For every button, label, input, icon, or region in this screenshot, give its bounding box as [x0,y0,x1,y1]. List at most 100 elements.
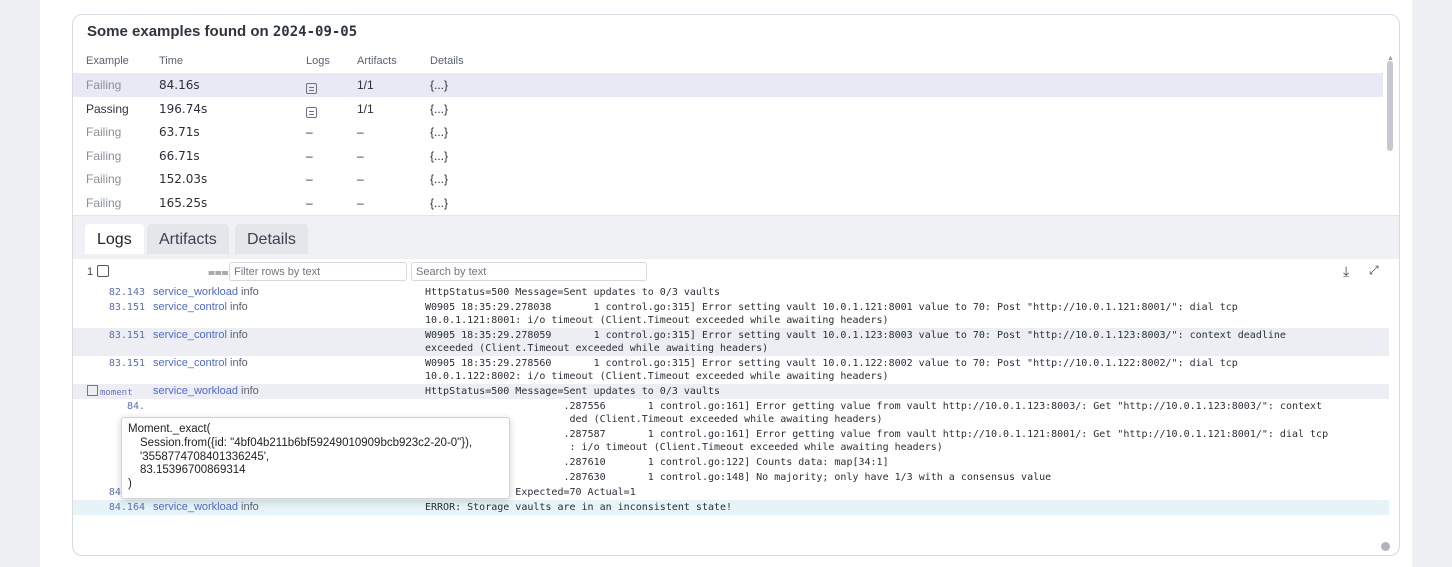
service-name[interactable]: service_control [153,329,227,341]
log-row[interactable]: 83.151 service_control info W0905 18:35:29… [73,300,1389,328]
table-row[interactable]: Failing 165.25s – – {...} [73,191,1383,215]
log-timestamp[interactable]: 83.151 [87,301,145,314]
left-gutter [0,0,40,567]
table-row[interactable]: Failing 66.71s – – {...} [73,144,1383,168]
panel-title: Some examples found on 2024-09-05 [87,23,357,40]
log-service[interactable]: service_workload info [153,501,259,514]
log-row[interactable]: 82.143 service_workload info HttpStatus=50… [73,285,1389,300]
log-message: HttpStatus=500 Message=Sent updates to 0… [425,386,721,397]
download-icon[interactable]: ⤓ [1343,263,1349,280]
example-logs: – [306,125,313,139]
example-logs: – [306,195,313,210]
log-toolbar: 1 ⩶ ⤓ ⤢ [73,259,1399,285]
log-timestamp[interactable]: 83.151 [87,329,145,342]
log-row[interactable]: 83.151 service_control info W0905 18:35:29… [73,356,1389,384]
log-row[interactable]: 83.151 service_control info W0905 18:35:29… [73,328,1389,356]
log-row[interactable]: 84.164 service_workload info ERROR: Storag… [73,500,1389,515]
details-link[interactable]: {...} [430,196,448,210]
log-message: .287556 1 control.go:161] Error getting … [563,401,1323,425]
log-row[interactable]: moment service_workload info HttpStatus=50… [73,384,1389,399]
expand-icon[interactable]: ⤢ [1369,263,1379,278]
example-time: 63.71s [159,125,200,139]
log-timestamp[interactable]: 83.151 [87,357,145,370]
example-status: Failing [86,148,122,163]
log-service[interactable]: service_control info [153,329,248,342]
panel-title-date: 2024-09-05 [272,24,358,40]
log-message: .287587 1 control.go:161] Error getting … [563,429,1329,453]
service-name[interactable]: service_workload [153,286,238,298]
log-level: info [230,301,248,313]
service-name[interactable]: service_workload [153,501,238,513]
log-message: .287610 1 control.go:122] Counts data: m… [563,457,889,468]
tab-artifacts[interactable]: Artifacts [147,224,229,254]
col-logs[interactable]: Logs [306,55,330,67]
log-timestamp[interactable]: 84.164 [87,501,145,514]
example-status: Failing [86,172,122,186]
example-status: Failing [86,125,122,139]
log-timestamp[interactable]: 82.143 [87,286,145,299]
log-message: W0905 18:35:29.278038 1 control.go:315] … [425,302,1238,326]
log-file-icon[interactable] [306,106,317,118]
log-level: info [241,501,259,513]
filter-rows-input[interactable] [229,262,407,281]
log-level: info [241,385,259,397]
example-artifacts: 1/1 [357,101,374,116]
log-scrollbar-thumb[interactable] [1381,542,1390,551]
example-logs: – [306,148,313,163]
log-message: W0905 18:35:29.278059 1 control.go:315] … [425,330,1286,354]
log-service[interactable]: service_workload info [153,286,259,299]
details-link[interactable]: {...} [430,125,448,139]
example-time: 84.16s [159,78,200,92]
col-details[interactable]: Details [430,55,464,67]
table-row[interactable]: Passing 196.74s 1/1 {...} [73,97,1383,121]
example-status: Passing [86,101,129,116]
scrollbar-thumb[interactable] [1387,61,1393,151]
copy-icon[interactable] [97,265,109,277]
moment-tooltip: Moment._exact( Session.from({id: "4bf04b… [121,417,510,499]
search-input[interactable] [411,262,647,281]
service-name[interactable]: service_control [153,301,227,313]
details-link[interactable]: {...} [430,78,448,92]
panel-title-text: Some examples found on [87,23,269,40]
service-name[interactable]: service_workload [153,385,238,397]
log-message: ERROR: Storage vaults are in an inconsis… [425,502,733,513]
details-link[interactable]: {...} [430,172,448,186]
log-message: HttpStatus=500 Message=Sent updates to 0… [425,287,721,298]
log-service[interactable]: service_control info [153,301,248,314]
table-row[interactable]: Failing 84.16s 1/1 {...} [73,73,1383,97]
tooltip-line: 83.15396700869314 [140,464,246,477]
table-row[interactable]: Failing 63.71s – – {...} [73,120,1383,144]
tooltip-line: ) [128,478,132,491]
details-link[interactable]: {...} [430,102,448,116]
log-scrollbar[interactable] [1379,287,1393,553]
tooltip-line: '3558774708401336245', [140,450,270,463]
filter-icon[interactable]: ⩶ [208,265,229,280]
tooltip-line: Session.from({id: "4bf04b211b6bf59249010… [140,436,473,449]
example-artifacts: – [357,148,364,163]
examples-scrollbar[interactable]: ▲ ▼ [1385,55,1395,227]
right-gutter [1412,0,1452,567]
examples-table-body: Failing 84.16s 1/1 {...} Passing 196.74s 1/1 {.… [73,73,1383,225]
example-time: 165.25s [159,195,208,210]
moment-icon[interactable]: moment [87,385,133,400]
service-name[interactable]: service_control [153,357,227,369]
example-artifacts: – [357,172,364,186]
tooltip-line: Moment._exact( [128,423,211,435]
log-service[interactable]: service_control info [153,357,248,370]
log-timestamp[interactable]: 84. [87,400,145,413]
example-time: 196.74s [159,101,208,116]
log-file-icon[interactable] [306,83,317,94]
details-link[interactable]: {...} [430,149,448,163]
tab-details[interactable]: Details [235,224,308,254]
col-artifacts[interactable]: Artifacts [357,55,397,67]
log-level: info [230,329,248,341]
log-level: info [230,357,248,369]
log-service[interactable]: service_workload info [153,385,259,398]
examples-table-header: Example Time Logs Artifacts Details [73,51,1383,73]
tab-logs[interactable]: Logs [85,224,144,254]
example-status: Failing [86,195,122,210]
col-example[interactable]: Example [86,55,129,67]
table-row[interactable]: Failing 152.03s – – {...} [73,167,1383,191]
example-logs: – [306,172,313,186]
col-time[interactable]: Time [159,55,183,67]
